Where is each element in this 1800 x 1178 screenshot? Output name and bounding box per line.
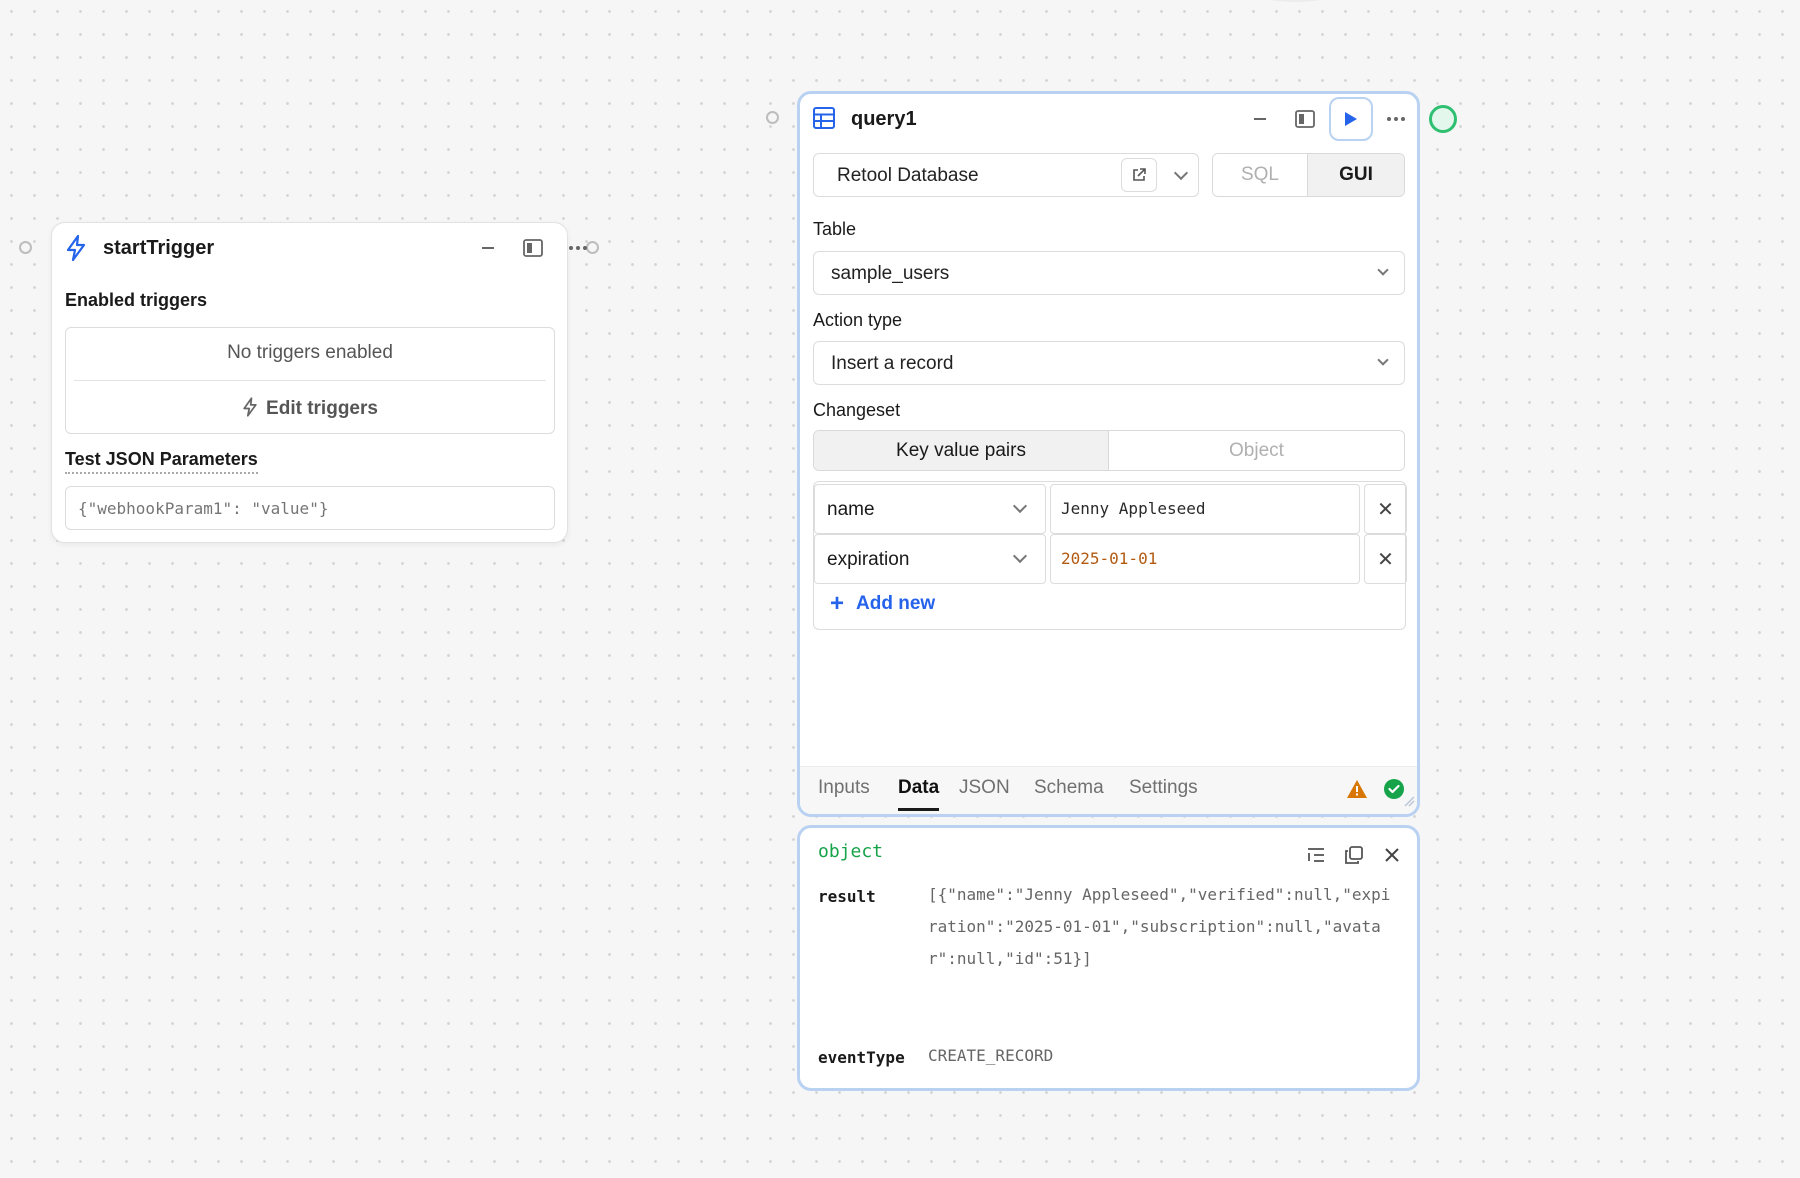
tab-json[interactable]: JSON bbox=[959, 777, 1010, 799]
chevron-down-icon bbox=[1377, 354, 1389, 366]
remove-row-button[interactable]: ✕ bbox=[1364, 484, 1407, 534]
external-link-icon bbox=[1133, 168, 1146, 181]
result-panel: object result [{"name":"Jenny Appleseed"… bbox=[797, 825, 1420, 1091]
query-block: query1 Retool Database SQL GUI Table sam… bbox=[797, 91, 1420, 817]
warning-icon[interactable] bbox=[1346, 779, 1368, 804]
resize-handle-icon[interactable] bbox=[1403, 794, 1415, 812]
query-title: query1 bbox=[851, 108, 917, 130]
query-header: query1 bbox=[800, 94, 1417, 144]
more-options-icon[interactable] bbox=[1373, 99, 1418, 139]
tab-schema[interactable]: Schema bbox=[1034, 777, 1104, 799]
chevron-down-icon bbox=[1012, 548, 1028, 564]
event-type-value: CREATE_RECORD bbox=[928, 1046, 1054, 1065]
tab-settings[interactable]: Settings bbox=[1129, 777, 1198, 799]
query-bottom-tabs: Inputs Data JSON Schema Settings bbox=[800, 766, 1417, 814]
tab-data[interactable]: Data bbox=[898, 777, 940, 811]
table-value: sample_users bbox=[831, 263, 950, 284]
plus-icon: + bbox=[830, 590, 845, 617]
edit-triggers-label: Edit triggers bbox=[266, 398, 378, 419]
add-new-label: Add new bbox=[856, 593, 936, 614]
minimize-icon[interactable] bbox=[465, 228, 510, 268]
test-json-label: Test JSON Parameters bbox=[65, 449, 258, 474]
mode-gui[interactable]: GUI bbox=[1308, 154, 1404, 196]
trigger-header: startTrigger bbox=[52, 223, 587, 273]
tab-inputs[interactable]: Inputs bbox=[818, 777, 870, 799]
test-json-input[interactable] bbox=[65, 486, 555, 530]
value-text: Jenny Appleseed bbox=[1061, 499, 1206, 518]
open-resource-button[interactable] bbox=[1121, 158, 1157, 192]
play-icon bbox=[1345, 112, 1357, 126]
panel-toggle-icon[interactable] bbox=[510, 228, 555, 268]
triggers-panel: No triggers enabled Edit triggers bbox=[65, 327, 555, 434]
changeset-key-value-tab[interactable]: Key value pairs bbox=[814, 431, 1109, 470]
canvas-fragment bbox=[1250, 0, 1340, 2]
no-triggers-text: No triggers enabled bbox=[227, 342, 393, 363]
chevron-down-icon[interactable] bbox=[1173, 165, 1189, 181]
changeset-label: Changeset bbox=[813, 400, 901, 420]
enabled-triggers-label: Enabled triggers bbox=[65, 290, 208, 310]
table-row: name Jenny Appleseed ✕ bbox=[814, 484, 1407, 534]
trigger-input-port[interactable] bbox=[19, 241, 32, 254]
key-select[interactable]: expiration bbox=[814, 534, 1046, 584]
changeset-table: name Jenny Appleseed ✕ expiration 2025-0… bbox=[813, 481, 1407, 630]
table-label: Table bbox=[813, 219, 857, 239]
query-output-port[interactable] bbox=[1429, 105, 1457, 133]
minimize-icon[interactable] bbox=[1237, 99, 1282, 139]
resource-selector[interactable]: Retool Database bbox=[813, 153, 1199, 197]
value-input[interactable]: 2025-01-01 bbox=[1050, 534, 1360, 584]
event-type-key: eventType bbox=[818, 1048, 905, 1067]
key-value: name bbox=[827, 499, 875, 520]
lightning-icon bbox=[65, 234, 87, 266]
changeset-toggle: Key value pairs Object bbox=[813, 430, 1405, 471]
result-key: result bbox=[818, 887, 876, 906]
trigger-title: startTrigger bbox=[103, 237, 215, 259]
action-type-label: Action type bbox=[813, 310, 903, 330]
table-icon bbox=[813, 107, 835, 134]
close-icon[interactable] bbox=[1373, 835, 1411, 875]
result-type-label: object bbox=[818, 841, 884, 862]
mode-toggle: SQL GUI bbox=[1212, 153, 1405, 197]
mode-sql[interactable]: SQL bbox=[1213, 154, 1309, 196]
query-input-port[interactable] bbox=[766, 111, 779, 124]
value-text: 2025-01-01 bbox=[1061, 549, 1158, 568]
action-type-select[interactable]: Insert a record bbox=[813, 341, 1405, 385]
start-trigger-block: startTrigger Enabled triggers No trigger… bbox=[51, 222, 587, 543]
chevron-down-icon bbox=[1012, 498, 1028, 514]
success-check-icon[interactable] bbox=[1384, 779, 1404, 804]
more-options-icon[interactable] bbox=[555, 228, 600, 268]
action-type-value: Insert a record bbox=[831, 353, 954, 374]
remove-row-button[interactable]: ✕ bbox=[1364, 534, 1407, 584]
chevron-down-icon bbox=[1377, 264, 1389, 276]
edit-triggers-button[interactable]: Edit triggers bbox=[66, 392, 554, 426]
panel-toggle-icon[interactable] bbox=[1282, 99, 1327, 139]
close-icon: ✕ bbox=[1377, 498, 1394, 521]
close-icon: ✕ bbox=[1377, 548, 1394, 571]
result-value: [{"name":"Jenny Appleseed","verified":nu… bbox=[928, 885, 1391, 968]
key-value: expiration bbox=[827, 549, 910, 570]
table-row: expiration 2025-01-01 ✕ bbox=[814, 534, 1407, 584]
table-select[interactable]: sample_users bbox=[813, 251, 1405, 295]
copy-icon[interactable] bbox=[1335, 835, 1373, 875]
lightning-icon bbox=[242, 396, 258, 422]
add-new-button[interactable]: + Add new bbox=[830, 590, 936, 617]
changeset-object-tab[interactable]: Object bbox=[1109, 431, 1404, 470]
resource-name: Retool Database bbox=[837, 165, 979, 186]
value-input[interactable]: Jenny Appleseed bbox=[1050, 484, 1360, 534]
format-icon[interactable] bbox=[1297, 835, 1335, 875]
key-select[interactable]: name bbox=[814, 484, 1046, 534]
divider bbox=[74, 380, 546, 381]
run-query-button[interactable] bbox=[1329, 97, 1373, 141]
